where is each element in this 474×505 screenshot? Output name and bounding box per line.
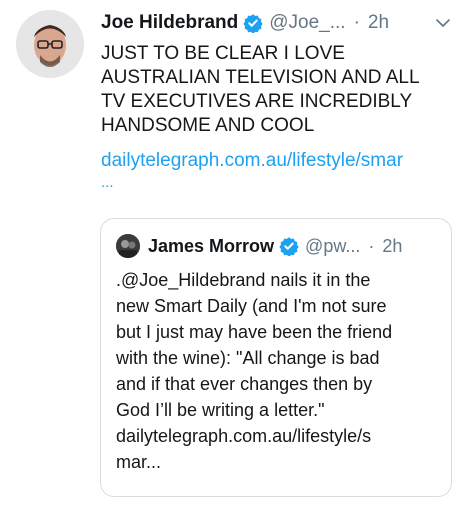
author-avatar[interactable]: [16, 10, 84, 78]
quoted-author-name[interactable]: James Morrow: [148, 236, 274, 257]
separator-dot: ·: [368, 235, 375, 256]
chevron-down-icon[interactable]: [434, 14, 452, 32]
tweet-header: Joe Hildebrand @Joe_... · 2h: [101, 9, 458, 37]
tweet-link-ellipsis[interactable]: ...: [101, 174, 114, 191]
tweet-time[interactable]: 2h: [368, 12, 389, 34]
tweet-link[interactable]: dailytelegraph.com.au/lifestyle/smar: [101, 149, 451, 173]
tweet-text: JUST TO BE CLEAR I LOVE AUSTRALIAN TELEV…: [101, 43, 420, 136]
author-avatar-image: [16, 10, 84, 78]
author-handle[interactable]: @Joe_...: [269, 12, 345, 34]
quoted-author-handle[interactable]: @pw...: [305, 236, 360, 257]
author-name[interactable]: Joe Hildebrand: [101, 12, 238, 34]
quoted-tweet-card[interactable]: James Morrow @pw... · 2h .@Joe_Hildebran…: [100, 218, 452, 497]
quoted-author-avatar[interactable]: [116, 234, 140, 258]
verified-badge-icon: [279, 237, 299, 256]
quoted-tweet-header: James Morrow @pw... · 2h: [148, 233, 439, 259]
verified-badge-icon: [243, 14, 263, 33]
quoted-tweet-text: .@Joe_Hildebrand nails it in the new Sma…: [116, 270, 393, 472]
separator-dot: ·: [353, 12, 360, 33]
quoted-tweet-time[interactable]: 2h: [382, 236, 402, 257]
quoted-avatar-image: [116, 234, 140, 258]
